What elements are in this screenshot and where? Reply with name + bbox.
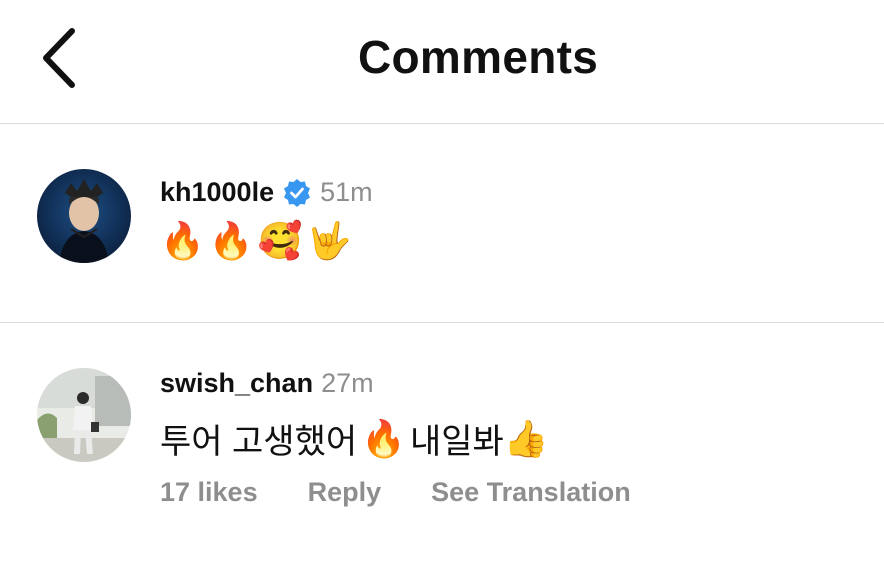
reply-button[interactable]: Reply	[308, 477, 382, 508]
timestamp: 51m	[320, 177, 373, 207]
smiling-hearts-emoji: 🥰	[257, 220, 303, 261]
likes-count-link[interactable]: 17 likes	[160, 477, 258, 508]
see-translation-button[interactable]: See Translation	[431, 477, 631, 508]
page-title: Comments	[358, 31, 599, 83]
comment-text: 🔥 🔥 🥰 🤟	[160, 223, 355, 259]
comment-actions: 17 likes Reply See Translation	[160, 477, 631, 508]
avatar[interactable]	[37, 169, 131, 263]
comment-text-part: 내일봐	[409, 423, 504, 461]
fire-emoji: 🔥	[208, 220, 254, 261]
thumbs-up-emoji: 👍	[503, 417, 549, 459]
comment-item: kh1000le 51m 🔥 🔥 🥰 🤟	[0, 125, 884, 323]
verified-badge-icon	[284, 178, 311, 207]
comment-text: 투어 고생했어 🔥 내일봐 👍	[160, 414, 553, 463]
avatar[interactable]	[37, 368, 131, 462]
username[interactable]: swish_chan	[160, 368, 313, 399]
comment-item: swish_chan 27m 투어 고생했어 🔥 내일봐 👍 17 likes …	[0, 324, 884, 566]
comment-text-part: 투어 고생했어	[160, 423, 358, 461]
username[interactable]: kh1000le	[160, 177, 274, 208]
fire-emoji: 🔥	[361, 417, 406, 459]
timestamp: 27m	[321, 368, 374, 398]
comment-meta: kh1000le 51m	[160, 177, 373, 208]
love-you-gesture-emoji: 🤟	[306, 220, 352, 261]
top-bar: Comments	[0, 0, 884, 124]
fire-emoji: 🔥	[160, 220, 205, 261]
comment-meta: swish_chan 27m	[160, 368, 374, 399]
